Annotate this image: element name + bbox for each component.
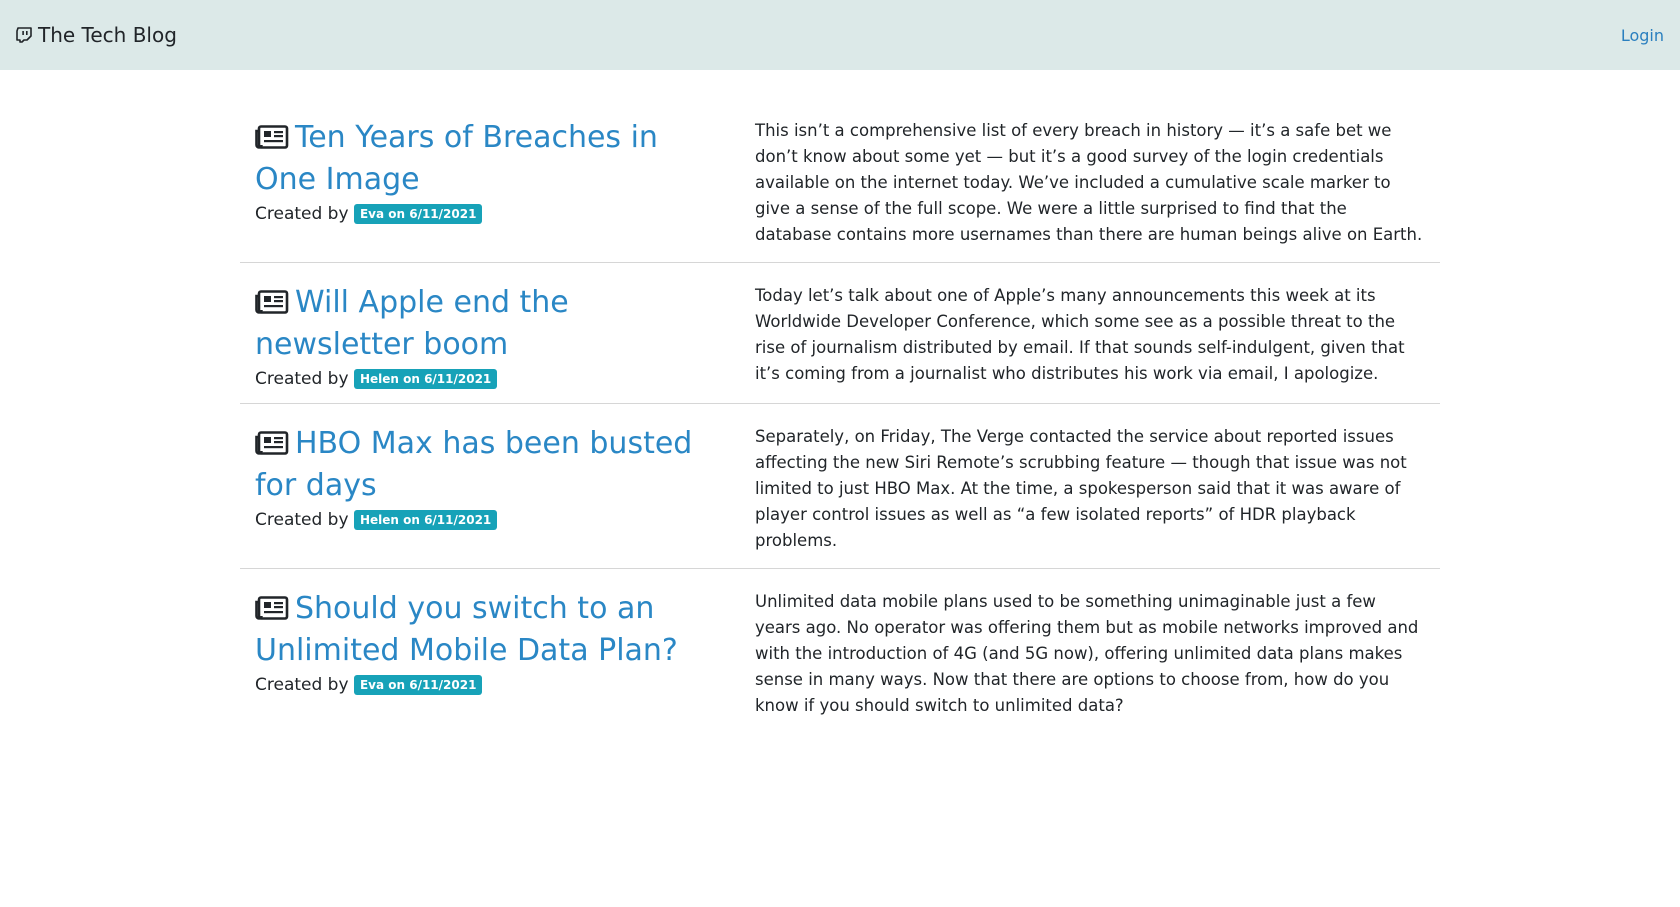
post-meta: Created by Eva on 6/11/2021 xyxy=(255,675,725,695)
newspaper-icon xyxy=(255,285,289,325)
post-item: HBO Max has been busted for days Created… xyxy=(240,424,1440,569)
post-item: Should you switch to an Unlimited Mobile… xyxy=(240,589,1440,733)
post-title-link[interactable]: Should you switch to an Unlimited Mobile… xyxy=(255,589,725,671)
post-header: HBO Max has been busted for days Created… xyxy=(255,424,740,554)
post-body: Unlimited data mobile plans used to be s… xyxy=(755,592,1419,715)
post-title-text: Should you switch to an Unlimited Mobile… xyxy=(255,591,678,668)
login-link[interactable]: Login xyxy=(1621,26,1664,45)
post-header: Will Apple end the newsletter boom Creat… xyxy=(255,283,740,389)
created-by-label: Created by xyxy=(255,675,349,695)
post-title-link[interactable]: Will Apple end the newsletter boom xyxy=(255,283,725,365)
brand-link[interactable]: The Tech Blog xyxy=(16,23,177,47)
author-date-badge: Helen on 6/11/2021 xyxy=(353,510,498,530)
post-meta: Created by Helen on 6/11/2021 xyxy=(255,510,725,530)
post-body: Today let’s talk about one of Apple’s ma… xyxy=(755,286,1405,383)
newspaper-icon xyxy=(255,120,289,160)
post-header: Ten Years of Breaches in One Image Creat… xyxy=(255,118,740,248)
post-item: Will Apple end the newsletter boom Creat… xyxy=(240,283,1440,404)
post-title-text: HBO Max has been busted for days xyxy=(255,426,693,503)
author-date-badge: Eva on 6/11/2021 xyxy=(353,675,483,695)
post-title-link[interactable]: Ten Years of Breaches in One Image xyxy=(255,118,725,200)
post-header: Should you switch to an Unlimited Mobile… xyxy=(255,589,740,719)
post-body: This isn’t a comprehensive list of every… xyxy=(755,121,1423,244)
created-by-label: Created by xyxy=(255,369,349,389)
post-title-text: Ten Years of Breaches in One Image xyxy=(255,120,658,197)
post-title-text: Will Apple end the newsletter boom xyxy=(255,285,569,362)
navbar: The Tech Blog Login xyxy=(0,0,1680,70)
post-meta: Created by Eva on 6/11/2021 xyxy=(255,204,725,224)
twitch-icon xyxy=(16,27,32,43)
post-item: Ten Years of Breaches in One Image Creat… xyxy=(240,118,1440,263)
post-list: Ten Years of Breaches in One Image Creat… xyxy=(240,70,1440,733)
post-meta: Created by Helen on 6/11/2021 xyxy=(255,369,725,389)
newspaper-icon xyxy=(255,591,289,631)
created-by-label: Created by xyxy=(255,510,349,530)
post-title-link[interactable]: HBO Max has been busted for days xyxy=(255,424,725,506)
post-body: Separately, on Friday, The Verge contact… xyxy=(755,427,1407,550)
newspaper-icon xyxy=(255,426,289,466)
author-date-badge: Helen on 6/11/2021 xyxy=(353,369,498,389)
author-date-badge: Eva on 6/11/2021 xyxy=(353,204,483,224)
brand-title: The Tech Blog xyxy=(38,23,177,47)
created-by-label: Created by xyxy=(255,204,349,224)
